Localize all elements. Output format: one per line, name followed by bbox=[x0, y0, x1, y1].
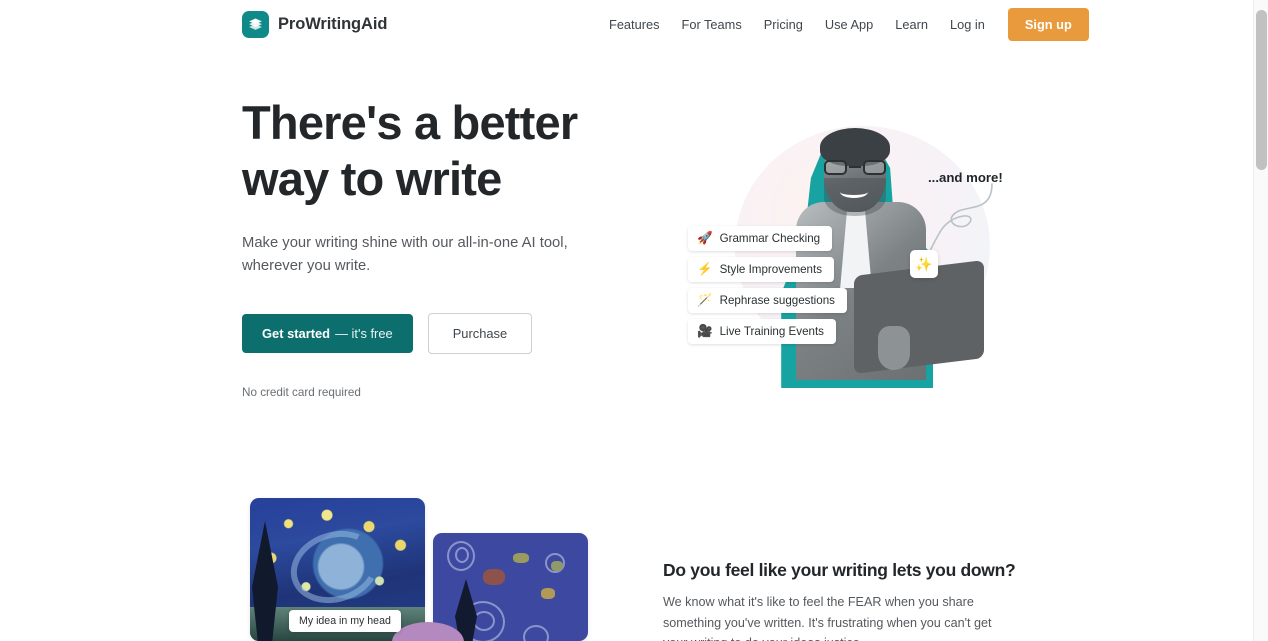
glasses-icon bbox=[822, 160, 888, 175]
lower-heading: Do you feel like your writing lets you d… bbox=[663, 560, 1016, 580]
sign-up-button[interactable]: Sign up bbox=[1007, 7, 1089, 41]
feature-chip-label: Style Improvements bbox=[719, 263, 823, 276]
person-smile bbox=[840, 186, 868, 198]
feature-chip-label: Live Training Events bbox=[719, 325, 824, 338]
my-idea-label: My idea in my head bbox=[289, 610, 401, 632]
person-hand bbox=[878, 326, 910, 370]
sketch-blotch bbox=[513, 553, 529, 563]
feature-chip-style-improvements: ⚡ Style Improvements bbox=[688, 257, 835, 282]
brand-logo-link[interactable]: ProWritingAid bbox=[242, 10, 388, 38]
feature-chip-list: 🚀 Grammar Checking ⚡ Style Improvements … bbox=[688, 226, 847, 344]
get-started-free-note: — it's free bbox=[335, 326, 393, 341]
nav-pricing[interactable]: Pricing bbox=[753, 11, 814, 38]
magic-wand-icon: 🪄 bbox=[697, 293, 713, 308]
scrollbar-thumb[interactable] bbox=[1256, 10, 1267, 170]
feature-chip-grammar-checking: 🚀 Grammar Checking bbox=[688, 226, 833, 251]
primary-nav: Features For Teams Pricing Use App Learn… bbox=[598, 7, 1089, 41]
page-scrollbar[interactable] bbox=[1253, 0, 1268, 641]
nav-learn[interactable]: Learn bbox=[884, 11, 939, 38]
book-logo-icon bbox=[242, 10, 269, 38]
purchase-button[interactable]: Purchase bbox=[427, 313, 533, 354]
simplified-painting-image bbox=[433, 533, 588, 641]
lightning-icon: ⚡ bbox=[697, 262, 713, 277]
page-root: ProWritingAid Features For Teams Pricing… bbox=[0, 0, 1268, 641]
nav-features[interactable]: Features bbox=[598, 11, 671, 38]
lower-text-block: Do you feel like your writing lets you d… bbox=[663, 560, 1016, 641]
movie-camera-icon: 🎥 bbox=[697, 324, 713, 339]
sketch-blotch bbox=[541, 588, 555, 599]
rocket-icon: 🚀 bbox=[697, 231, 713, 246]
hero-illustration: ...and more! ✨ 🚀 Grammar Checking ⚡ Styl… bbox=[660, 108, 1030, 388]
site-header: ProWritingAid Features For Teams Pricing… bbox=[0, 0, 1253, 48]
sketch-swirl bbox=[523, 625, 549, 641]
and-more-label: ...and more! bbox=[928, 170, 1003, 185]
feature-chip-label: Rephrase suggestions bbox=[719, 294, 835, 307]
nav-log-in[interactable]: Log in bbox=[939, 11, 996, 38]
sketch-blotch bbox=[551, 561, 563, 571]
sketch-swirl bbox=[455, 547, 469, 563]
hero-title-line-1: There's a better bbox=[242, 96, 578, 149]
hero-title: There's a better way to write bbox=[242, 95, 662, 207]
brand-name: ProWritingAid bbox=[278, 14, 388, 33]
feature-chip-rephrase-suggestions: 🪄 Rephrase suggestions bbox=[688, 288, 847, 313]
nav-use-app[interactable]: Use App bbox=[814, 11, 884, 38]
sparkles-icon: ✨ bbox=[910, 250, 938, 278]
get-started-label: Get started bbox=[262, 326, 331, 341]
hero-title-line-2: way to write bbox=[242, 152, 502, 205]
get-started-button[interactable]: Get started — it's free bbox=[242, 314, 413, 353]
lower-paragraph: We know what it's like to feel the FEAR … bbox=[663, 595, 992, 641]
feature-chip-live-training-events: 🎥 Live Training Events bbox=[688, 319, 836, 344]
nav-for-teams[interactable]: For Teams bbox=[671, 11, 753, 38]
feature-chip-label: Grammar Checking bbox=[719, 232, 821, 245]
sketch-blotch bbox=[483, 569, 505, 585]
hero-subtitle: Make your writing shine with our all-in-… bbox=[242, 235, 568, 274]
